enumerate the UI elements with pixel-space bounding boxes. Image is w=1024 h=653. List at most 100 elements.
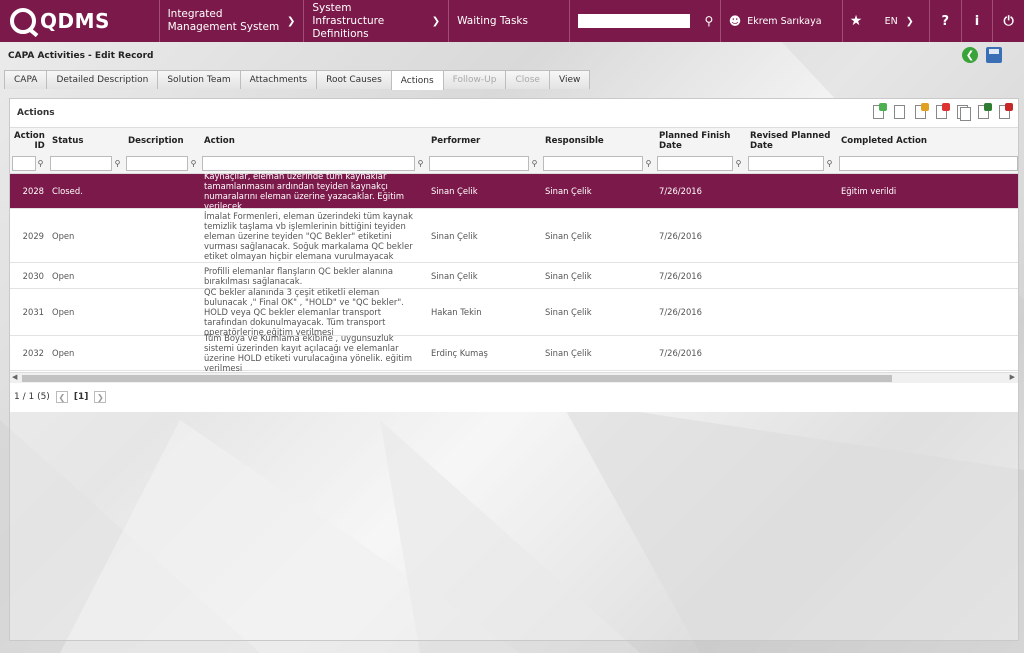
cell-performer: Erdinç Kumaş <box>431 348 488 358</box>
chevron-down-icon: ❯ <box>905 15 914 27</box>
cell-performer: Sinan Çelik <box>431 230 478 241</box>
help-icon[interactable]: ? <box>928 0 961 42</box>
filter-cell: ⚲ <box>427 156 541 171</box>
filter-icon[interactable]: ⚲ <box>416 159 425 168</box>
tab-follow-up: Follow-Up <box>442 70 507 89</box>
nav-system-infrastructure-definitions[interactable]: System Infrastructure Definitions ❯ <box>303 0 448 42</box>
tab-detailed-description[interactable]: Detailed Description <box>46 70 159 89</box>
table-row[interactable]: 2028 Closed. Kaynaçılar, eleman üzerinde… <box>10 171 1018 211</box>
edit-record-icon[interactable] <box>912 103 930 121</box>
nav-integrated-management-system[interactable]: Integrated Management System ❯ <box>158 0 304 42</box>
qdms-logo[interactable]: QDMS <box>0 0 159 42</box>
reports-icon[interactable] <box>996 103 1014 121</box>
star-icon[interactable]: ★ <box>841 0 870 42</box>
tab-solution-team[interactable]: Solution Team <box>157 70 241 89</box>
cell-responsible: Sinan Çelik <box>545 270 592 281</box>
copy-record-icon[interactable] <box>954 103 972 121</box>
column-header-completed-action[interactable]: Completed Action <box>837 128 1018 154</box>
search-input[interactable] <box>578 14 691 28</box>
cell-responsible: Sinan Çelik <box>545 307 592 317</box>
column-header-action-id[interactable]: Action ID <box>10 128 48 154</box>
filter-input-status[interactable] <box>50 156 112 171</box>
filter-icon[interactable]: ⚲ <box>734 159 743 168</box>
filter-date-planned-finish[interactable] <box>657 156 733 171</box>
view-record-icon[interactable] <box>891 103 909 121</box>
horizontal-scrollbar[interactable]: ◀ ▶ <box>10 372 1018 383</box>
cell-responsible: Sinan Çelik <box>545 186 592 196</box>
table-row[interactable]: 2030 Open Profilli elemanlar flanşların … <box>10 263 1018 289</box>
column-header-action[interactable]: Action <box>200 128 427 154</box>
table-row[interactable]: 2032 Open Tüm Boya ve Kumlama ekibine , … <box>10 333 1018 373</box>
cell-status: Open <box>52 348 75 358</box>
column-header-revised-planned-date[interactable]: Revised Planned Date <box>746 128 837 154</box>
cell-planned-finish-date: 7/26/2016 <box>659 348 702 358</box>
delete-record-icon[interactable] <box>933 103 951 121</box>
scrollbar-thumb[interactable] <box>22 375 892 382</box>
language-selector[interactable]: EN ❯ <box>869 0 928 42</box>
prev-page-icon[interactable]: ❮ <box>55 391 68 403</box>
user-menu[interactable]: ☻ Ekrem Sarıkaya <box>719 0 842 42</box>
filter-icon[interactable]: ⚲ <box>189 159 198 168</box>
cell-planned-finish-date: 7/26/2016 <box>659 270 702 281</box>
filter-input-performer[interactable] <box>429 156 529 171</box>
info-icon[interactable]: i <box>960 0 993 42</box>
export-excel-icon[interactable] <box>975 103 993 121</box>
tab-actions[interactable]: Actions <box>390 70 444 90</box>
tab-capa[interactable]: CAPA <box>4 70 48 89</box>
filter-date-revised-planned[interactable] <box>748 156 824 171</box>
table-row[interactable]: 2031 Open QC bekler alanında 3 çeşit eti… <box>10 287 1018 337</box>
column-header-status[interactable]: Status <box>48 128 124 154</box>
filter-input-responsible[interactable] <box>543 156 643 171</box>
actions-panel: Actions Action ID Status Description Act… <box>9 98 1019 641</box>
grid-container: Actions Action ID Status Description Act… <box>10 99 1018 412</box>
column-header-description[interactable]: Description <box>124 128 200 154</box>
search-icon[interactable]: ⚲ <box>698 0 720 42</box>
tab-attachments[interactable]: Attachments <box>239 70 318 89</box>
back-icon[interactable]: ❮ <box>962 47 978 63</box>
filter-input-completed-action[interactable] <box>839 156 1018 171</box>
tab-bar: CAPA Detailed Description Solution Team … <box>4 70 591 90</box>
cell-performer: Sinan Çelik <box>431 270 478 281</box>
actions-grid: Action ID Status Description Action Perf… <box>10 127 1018 373</box>
column-header-planned-finish-date[interactable]: Planned Finish Date <box>655 128 746 154</box>
tab-root-causes[interactable]: Root Causes <box>316 70 392 89</box>
user-name: Ekrem Sarıkaya <box>747 15 822 27</box>
filter-input-action-id[interactable] <box>12 156 36 171</box>
nav-label: Waiting Tasks <box>457 14 528 27</box>
filter-icon[interactable]: ⚲ <box>37 159 44 168</box>
filter-input-description[interactable] <box>126 156 188 171</box>
cell-action: İmalat Formenleri, eleman üzerindeki tüm… <box>204 210 413 261</box>
pagination: 1 / 1 (5) ❮ [1] ❯ <box>14 391 107 403</box>
add-record-icon[interactable] <box>870 103 888 121</box>
filter-input-action[interactable] <box>202 156 415 171</box>
filter-icon[interactable]: ⚲ <box>825 159 834 168</box>
filter-icon[interactable]: ⚲ <box>113 159 122 168</box>
page-title: CAPA Activities - Edit Record <box>8 51 154 61</box>
filter-cell: ⚲ <box>655 156 746 171</box>
table-row[interactable]: 2029 Open İmalat Formenleri, eleman üzer… <box>10 209 1018 263</box>
top-navigation-bar: QDMS Integrated Management System ❯ Syst… <box>0 0 1024 42</box>
filter-icon[interactable]: ⚲ <box>644 159 653 168</box>
next-page-icon[interactable]: ❯ <box>94 391 107 403</box>
column-header-performer[interactable]: Performer <box>427 128 541 154</box>
chevron-down-icon: ❯ <box>431 15 441 27</box>
cell-responsible: Sinan Çelik <box>545 348 592 358</box>
column-header-responsible[interactable]: Responsible <box>541 128 655 154</box>
nav-label: Integrated Management System <box>167 8 280 33</box>
power-icon[interactable]: ⏻ <box>992 0 1024 42</box>
cell-completed-action: Eğitim verildi <box>841 186 897 196</box>
scroll-right-icon[interactable]: ▶ <box>1010 373 1015 381</box>
save-icon[interactable] <box>986 47 1002 63</box>
language-label: EN <box>884 15 898 27</box>
cell-status: Open <box>52 270 75 281</box>
nav-waiting-tasks[interactable]: Waiting Tasks <box>448 0 569 42</box>
search-box <box>569 0 698 42</box>
scroll-left-icon[interactable]: ◀ <box>12 373 17 381</box>
tab-view[interactable]: View <box>548 70 591 89</box>
cell-planned-finish-date: 7/26/2016 <box>659 230 702 241</box>
cell-status: Open <box>52 307 75 317</box>
filter-icon[interactable]: ⚲ <box>530 159 539 168</box>
grid-header-row: Action ID Status Description Action Perf… <box>10 127 1018 154</box>
filter-cell: ⚲ <box>124 156 200 171</box>
current-page[interactable]: [1] <box>74 392 89 402</box>
